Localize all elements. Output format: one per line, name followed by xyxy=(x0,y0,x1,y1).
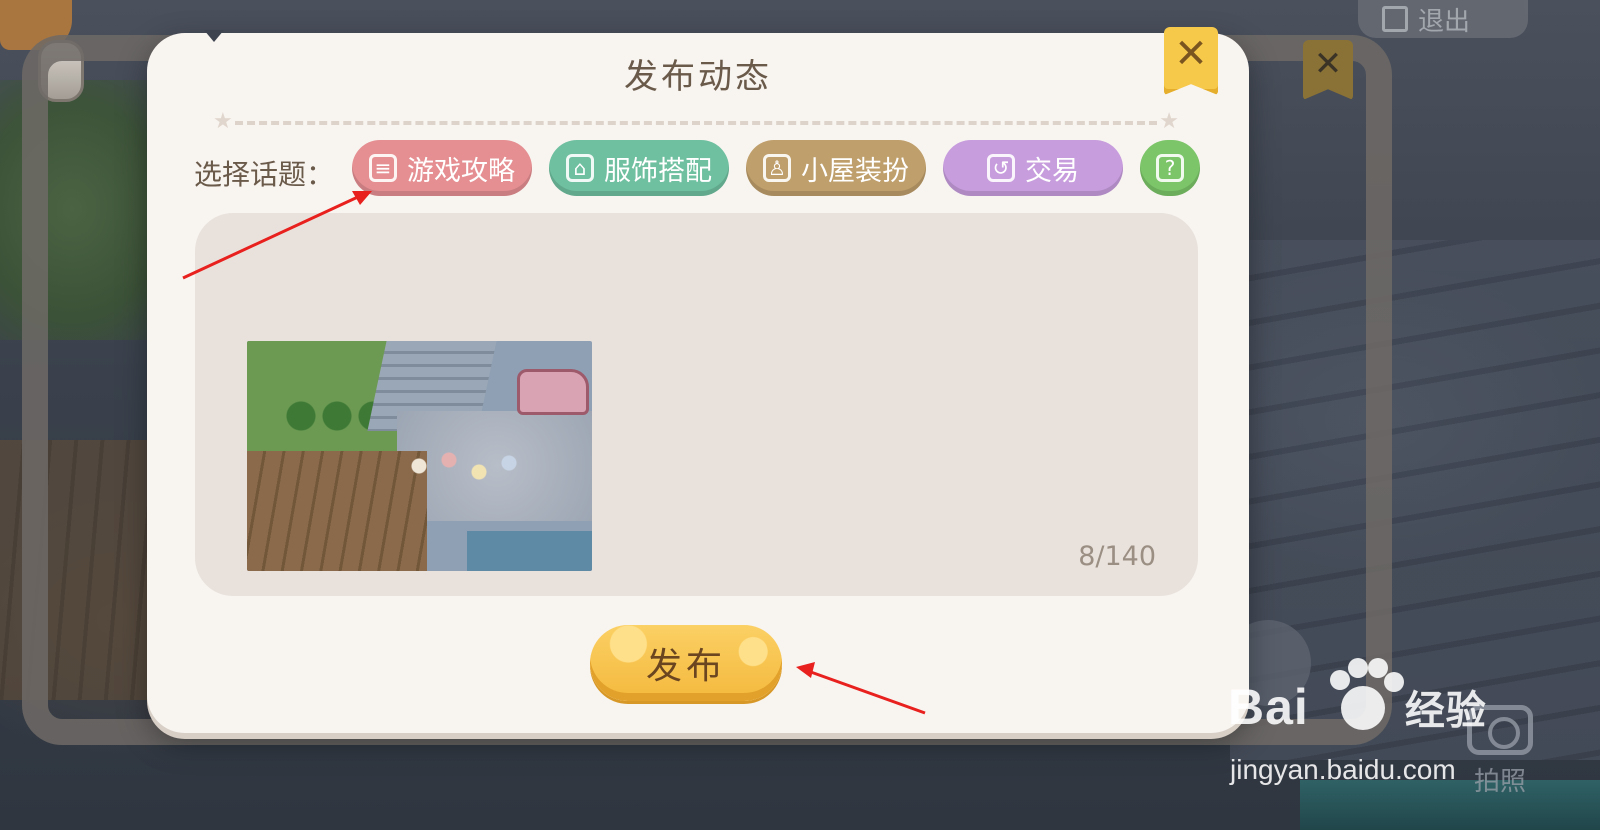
post-content-area[interactable]: 8/140 xyxy=(195,213,1198,596)
publish-button[interactable]: 发布 xyxy=(590,625,782,701)
post-moment-dialog: 发布动态 ★ ★ 选择话题： ≡ 游戏攻略 ⌂ 服饰搭配 ♙ 小屋装扮 ↺ 交易 xyxy=(147,33,1249,733)
question-icon: ? xyxy=(1156,154,1184,182)
topic-label: 选择话题： xyxy=(194,158,335,191)
topic-label-house: 小屋装扮 xyxy=(801,155,909,187)
wardrobe-icon: ⌂ xyxy=(566,154,594,182)
topic-game-guide[interactable]: ≡ 游戏攻略 xyxy=(352,140,532,196)
star-icon: ★ xyxy=(1159,109,1179,134)
exit-door-icon xyxy=(1382,6,1408,32)
topic-trade[interactable]: ↺ 交易 xyxy=(943,140,1123,196)
dialog-title: 发布动态 xyxy=(624,57,772,97)
topic-selector[interactable]: ≡ 游戏攻略 ⌂ 服饰搭配 ♙ 小屋装扮 ↺ 交易 ? xyxy=(352,140,1407,200)
baidu-watermark: Bai 经验 jingyan.baidu.com xyxy=(1228,650,1600,800)
exit-button[interactable]: 退出 xyxy=(1358,0,1528,38)
attached-screenshot[interactable] xyxy=(247,341,592,571)
topic-outfit[interactable]: ⌂ 服饰搭配 xyxy=(549,140,729,196)
exit-label: 退出 xyxy=(1418,6,1471,37)
topic-label-guide: 游戏攻略 xyxy=(407,155,515,187)
house-decor-icon: ♙ xyxy=(763,154,791,182)
topic-label-outfit: 服饰搭配 xyxy=(604,155,712,187)
topic-more[interactable]: ? xyxy=(1140,140,1200,196)
watermark-logo: Bai 经验 xyxy=(1228,679,1487,735)
title-divider: ★ ★ xyxy=(213,111,1179,133)
watermark-url: jingyan.baidu.com xyxy=(1230,754,1456,785)
topic-label-trade: 交易 xyxy=(1025,155,1079,187)
star-icon: ★ xyxy=(213,109,233,134)
trade-icon: ↺ xyxy=(987,154,1015,182)
character-counter: 8/140 xyxy=(1078,541,1156,572)
guide-book-icon: ≡ xyxy=(369,154,397,182)
topic-house-decor[interactable]: ♙ 小屋装扮 xyxy=(746,140,926,196)
